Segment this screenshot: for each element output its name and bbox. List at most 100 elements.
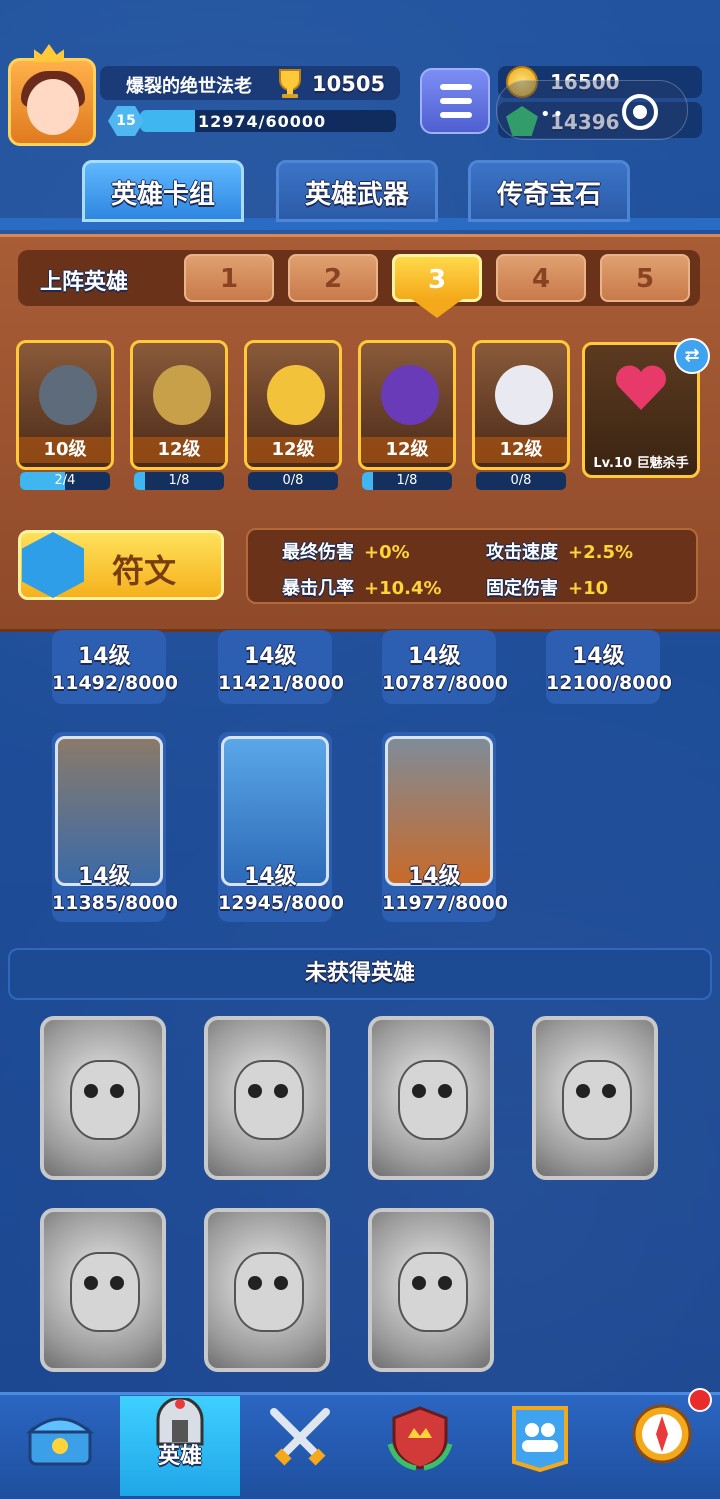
hero-level: 14级 — [572, 644, 625, 669]
hero-level: 12级 — [361, 437, 453, 463]
stat-value: +2.5% — [568, 542, 634, 563]
chest-icon — [25, 1417, 95, 1466]
avatar-face — [27, 79, 79, 135]
hero-portrait — [267, 365, 325, 425]
miniprogram-capsule[interactable] — [496, 80, 688, 140]
hero-card-progress: 2/4 — [20, 472, 110, 490]
menu-line — [440, 112, 472, 118]
hero-card-progress: 0/8 — [248, 472, 338, 490]
progress-text: 0/8 — [282, 473, 304, 488]
stat-key: 固定伤害 — [486, 578, 558, 599]
deck-slot-3[interactable]: 3 — [392, 254, 482, 302]
eye — [110, 1276, 124, 1290]
locked-hero-card[interactable] — [40, 1016, 166, 1180]
eye — [438, 1084, 452, 1098]
trophy-icon — [279, 69, 301, 98]
eye — [412, 1276, 426, 1290]
nav-heroes-label: 英雄 — [157, 1444, 202, 1469]
owned-hero-card[interactable]: 14级 12945/8000 — [218, 732, 344, 922]
owned-hero-card[interactable]: 14级 12100/8000 — [546, 630, 672, 704]
hero-silhouette — [234, 1060, 304, 1140]
locked-hero-card[interactable] — [204, 1208, 330, 1372]
deck-hero-card[interactable]: 10级 — [16, 340, 114, 470]
nav-rank[interactable] — [360, 1396, 480, 1496]
deck-slot-4[interactable]: 4 — [496, 254, 586, 302]
hero-card-count: 12100/8000 — [546, 672, 672, 694]
stat-final-damage: 最终伤害 +0% — [282, 538, 410, 564]
swap-icon[interactable]: ⇄ — [674, 338, 710, 374]
owned-hero-card[interactable]: 14级 11421/8000 — [218, 630, 344, 704]
hero-card-progress: 0/8 — [476, 472, 566, 490]
relic-label: Lv.10 巨魅杀手 — [593, 456, 689, 471]
close-target-icon[interactable] — [622, 94, 658, 130]
hero-level: 12级 — [475, 437, 567, 463]
owned-hero-card[interactable]: 14级 11977/8000 — [382, 732, 508, 922]
eye — [248, 1276, 262, 1290]
eye — [84, 1276, 98, 1290]
hero-level: 14级 — [78, 864, 131, 889]
eye — [274, 1084, 288, 1098]
xp-bar-fill — [140, 110, 196, 132]
hero-card-count: 12945/8000 — [218, 892, 344, 914]
locked-hero-card[interactable] — [368, 1208, 494, 1372]
guild-banner-icon — [512, 1406, 568, 1472]
deck-hero-card[interactable]: 12级 — [472, 340, 570, 470]
eye — [110, 1084, 124, 1098]
rank-shield-icon — [387, 1406, 453, 1471]
xp-text: 12974/60000 — [198, 112, 327, 131]
player-name: 爆裂的绝世法老 — [126, 76, 252, 97]
hero-level: 14级 — [408, 864, 461, 889]
owned-hero-card[interactable]: 14级 11385/8000 — [52, 732, 178, 922]
nav-shop[interactable] — [0, 1396, 120, 1496]
menu-line — [440, 84, 472, 90]
target-dot — [633, 105, 647, 119]
hero-level: 14级 — [408, 644, 461, 669]
stat-key: 最终伤害 — [282, 542, 354, 563]
deck-hero-card[interactable]: 12级 — [358, 340, 456, 470]
deck-hero-card[interactable]: 12级 — [244, 340, 342, 470]
progress-text: 1/8 — [168, 473, 190, 488]
owned-hero-card[interactable]: 14级 11492/8000 — [52, 630, 178, 704]
menu-button[interactable] — [420, 68, 490, 134]
stat-attack-speed: 攻击速度 +2.5% — [486, 538, 633, 564]
tab-hero-weapons[interactable]: 英雄武器 — [276, 160, 438, 222]
hero-silhouette — [70, 1060, 140, 1140]
eye — [274, 1276, 288, 1290]
unowned-heroes-header: 未获得英雄 — [8, 948, 712, 1000]
hero-silhouette — [234, 1252, 304, 1332]
stat-value: +10.4% — [364, 578, 442, 599]
hero-level: 14级 — [244, 864, 297, 889]
tab-legend-gems[interactable]: 传奇宝石 — [468, 160, 630, 222]
progress-text: 1/8 — [396, 473, 418, 488]
locked-hero-card[interactable] — [368, 1016, 494, 1180]
hero-silhouette — [562, 1060, 632, 1140]
deck-slot-1[interactable]: 1 — [184, 254, 274, 302]
menu-line — [440, 98, 472, 104]
eye — [412, 1084, 426, 1098]
progress-text: 2/4 — [54, 473, 76, 488]
trophy-count: 10505 — [312, 72, 386, 96]
hero-silhouette — [398, 1252, 468, 1332]
deck-slot-2[interactable]: 2 — [288, 254, 378, 302]
stat-value: +0% — [364, 542, 410, 563]
locked-hero-card[interactable] — [40, 1208, 166, 1372]
tab-hero-deck[interactable]: 英雄卡组 — [82, 160, 244, 222]
locked-hero-card[interactable] — [532, 1016, 658, 1180]
eye — [84, 1084, 98, 1098]
hero-level: 10级 — [19, 437, 111, 463]
nav-battle[interactable] — [240, 1396, 360, 1496]
stat-value: +10 — [568, 578, 609, 599]
more-dots-icon[interactable]: •• — [540, 104, 565, 125]
locked-hero-card[interactable] — [204, 1016, 330, 1180]
nav-guild[interactable] — [480, 1396, 600, 1496]
deck-hero-card[interactable]: 12级 — [130, 340, 228, 470]
hero-level: 14级 — [244, 644, 297, 669]
hero-card-progress: 1/8 — [134, 472, 224, 490]
hero-card-count: 11421/8000 — [218, 672, 344, 694]
hero-level: 14级 — [78, 644, 131, 669]
deck-slot-5[interactable]: 5 — [600, 254, 690, 302]
player-avatar[interactable] — [8, 58, 96, 146]
owned-hero-card[interactable]: 14级 10787/8000 — [382, 630, 508, 704]
eye — [602, 1084, 616, 1098]
compass-icon — [632, 1404, 692, 1464]
